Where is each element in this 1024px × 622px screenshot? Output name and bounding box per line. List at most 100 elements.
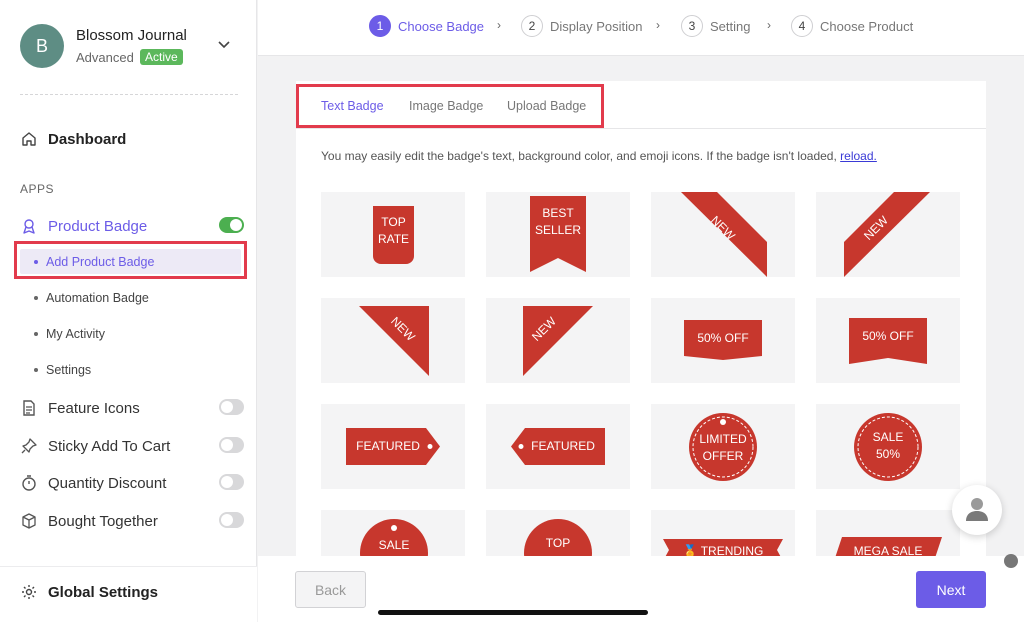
badge-text: TOP [381,215,406,229]
step-number: 2 [521,15,543,37]
nav-dashboard-label: Dashboard [48,130,127,148]
reload-link[interactable]: reload. [840,149,877,163]
badge-option[interactable]: LIMITED OFFER [651,404,795,489]
badge-text: FEATURED [356,439,420,453]
sub-item-label: Settings [46,363,92,377]
stepper: 1 Choose Badge › 2 Display Position › 3 … [258,0,1024,56]
badge-option[interactable]: SALE [321,510,465,557]
support-chat-button[interactable] [952,485,1002,535]
badge-new-corner-left [844,192,930,277]
nav-quantity-discount[interactable]: Quantity Discount [20,469,244,497]
nav-feature-icons-label: Feature Icons [48,399,140,417]
sub-item-automation-badge[interactable]: Automation Badge [34,287,149,309]
product-badge-toggle[interactable] [219,217,244,233]
badge-text: LIMITED OFFER [688,431,758,466]
step-choose-product[interactable]: 4 Choose Product [791,15,913,37]
nav-product-badge[interactable]: Product Badge [20,212,244,240]
nav-bought-together-label: Bought Together [48,512,158,530]
nav-sticky-add-to-cart-label: Sticky Add To Cart [48,437,171,455]
badge-option[interactable]: 🏅 TRENDING [651,510,795,557]
badge-option[interactable]: FEATURED [321,404,465,489]
badge-card: Text Badge Image Badge Upload Badge You … [296,81,986,557]
sub-item-my-activity[interactable]: My Activity [34,323,105,345]
back-button[interactable]: Back [295,571,366,608]
step-number: 4 [791,15,813,37]
next-button[interactable]: Next [916,571,986,608]
account-switcher[interactable]: B Blossom Journal Advanced Active [20,24,240,70]
badge-text: TOP [545,536,571,550]
badge-top-rate: TOP RATE [373,206,414,264]
status-badge: Active [140,49,183,65]
pin-icon [20,437,38,455]
account-name: Blossom Journal [76,27,187,44]
nav-sticky-add-to-cart[interactable]: Sticky Add To Cart [20,432,244,460]
nav-bought-together[interactable]: Bought Together [20,507,244,535]
nav-feature-icons[interactable]: Feature Icons [20,394,244,422]
badge-text: FEATURED [531,439,595,453]
badge-text: SALE [378,538,410,552]
badge-text: OFFER [702,449,744,464]
badge-option[interactable]: TOP RATE [321,192,465,277]
divider [20,94,238,95]
global-settings-bar: Global Settings [0,566,257,622]
badge-text: BEST [542,206,574,220]
box-icon [20,512,38,530]
badge-option[interactable]: NEW [486,298,630,383]
step-display-position[interactable]: 2 Display Position [521,15,643,37]
badge-text: 50% OFF [697,331,749,345]
badge-option[interactable]: NEW [651,192,795,277]
nav-global-settings[interactable]: Global Settings [20,583,158,601]
step-label: Display Position [550,18,643,34]
sidebar: B Blossom Journal Advanced Active Dashbo… [0,0,257,622]
badge-option[interactable]: 50% OFF [816,298,960,383]
sub-item-settings[interactable]: Settings [34,359,91,381]
nav-dashboard[interactable]: Dashboard [20,125,244,153]
chevron-right-icon: › [497,18,501,32]
step-number: 1 [369,15,391,37]
apps-heading: APPS [20,182,55,196]
user-icon [964,495,990,526]
badge-option[interactable]: FEATURED [486,404,630,489]
badge-option[interactable]: NEW [816,192,960,277]
badge-text: BEST SELLER [530,205,586,240]
highlight-box [14,241,247,279]
badge-option[interactable]: SALE 50% [816,404,960,489]
quantity-discount-toggle[interactable] [219,474,244,490]
sticky-add-to-cart-toggle[interactable] [219,437,244,453]
document-icon [20,399,38,417]
step-number: 3 [681,15,703,37]
stopwatch-icon [20,474,38,492]
chevron-right-icon: › [767,18,771,32]
badge-text: 50% [875,447,901,462]
badge-text: RATE [377,232,410,247]
step-label: Choose Product [820,18,914,34]
nav-global-settings-label: Global Settings [48,583,159,601]
bought-together-toggle[interactable] [219,512,244,528]
badge-option[interactable]: TOP [486,510,630,557]
step-setting[interactable]: 3 Setting [681,15,750,37]
badge-text: 50% OFF [862,329,914,343]
badge-option[interactable]: MEGA SALE [816,510,960,557]
instruction-text-body: You may easily edit the badge's text, ba… [321,149,837,163]
chevron-right-icon: › [656,18,660,32]
badge-text: SALE [872,430,904,444]
badge-option[interactable]: NEW [321,298,465,383]
nav-product-badge-label: Product Badge [48,217,148,235]
award-icon [20,217,38,235]
account-plan: Advanced [76,50,134,65]
badge-option[interactable]: 50% OFF [651,298,795,383]
gear-icon [20,583,38,601]
badge-option[interactable]: BEST SELLER [486,192,630,277]
feature-icons-toggle[interactable] [219,399,244,415]
step-label: Setting [710,18,751,34]
sub-item-label: My Activity [46,327,106,341]
avatar: B [20,24,64,68]
chevron-down-icon[interactable] [218,38,230,52]
highlight-box [296,84,604,128]
scroll-handle[interactable] [1004,554,1018,568]
badge-text: LIMITED [699,432,747,446]
step-label: Choose Badge [398,18,485,34]
badge-text: SALE 50% [853,429,923,464]
step-choose-badge[interactable]: 1 Choose Badge [369,15,484,37]
badge-new-triangle-left [523,306,593,376]
